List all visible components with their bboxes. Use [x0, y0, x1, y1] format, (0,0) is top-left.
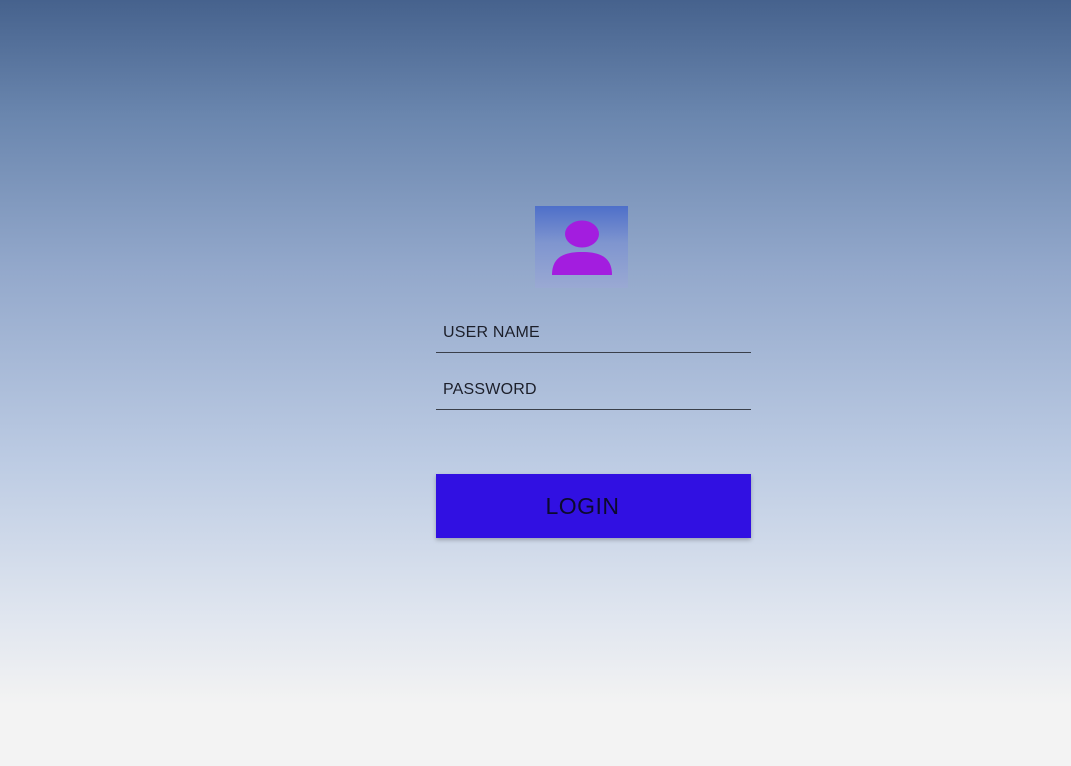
username-placeholder: USER NAME — [443, 324, 540, 341]
username-field[interactable]: USER NAME — [436, 316, 751, 353]
avatar — [535, 206, 628, 288]
login-panel: USER NAME PASSWORD LOGIN — [0, 0, 1071, 766]
password-field[interactable]: PASSWORD — [436, 373, 751, 410]
user-icon — [552, 220, 612, 275]
password-placeholder: PASSWORD — [443, 381, 537, 398]
login-button[interactable]: LOGIN — [436, 474, 751, 538]
login-button-label: LOGIN — [545, 492, 620, 519]
